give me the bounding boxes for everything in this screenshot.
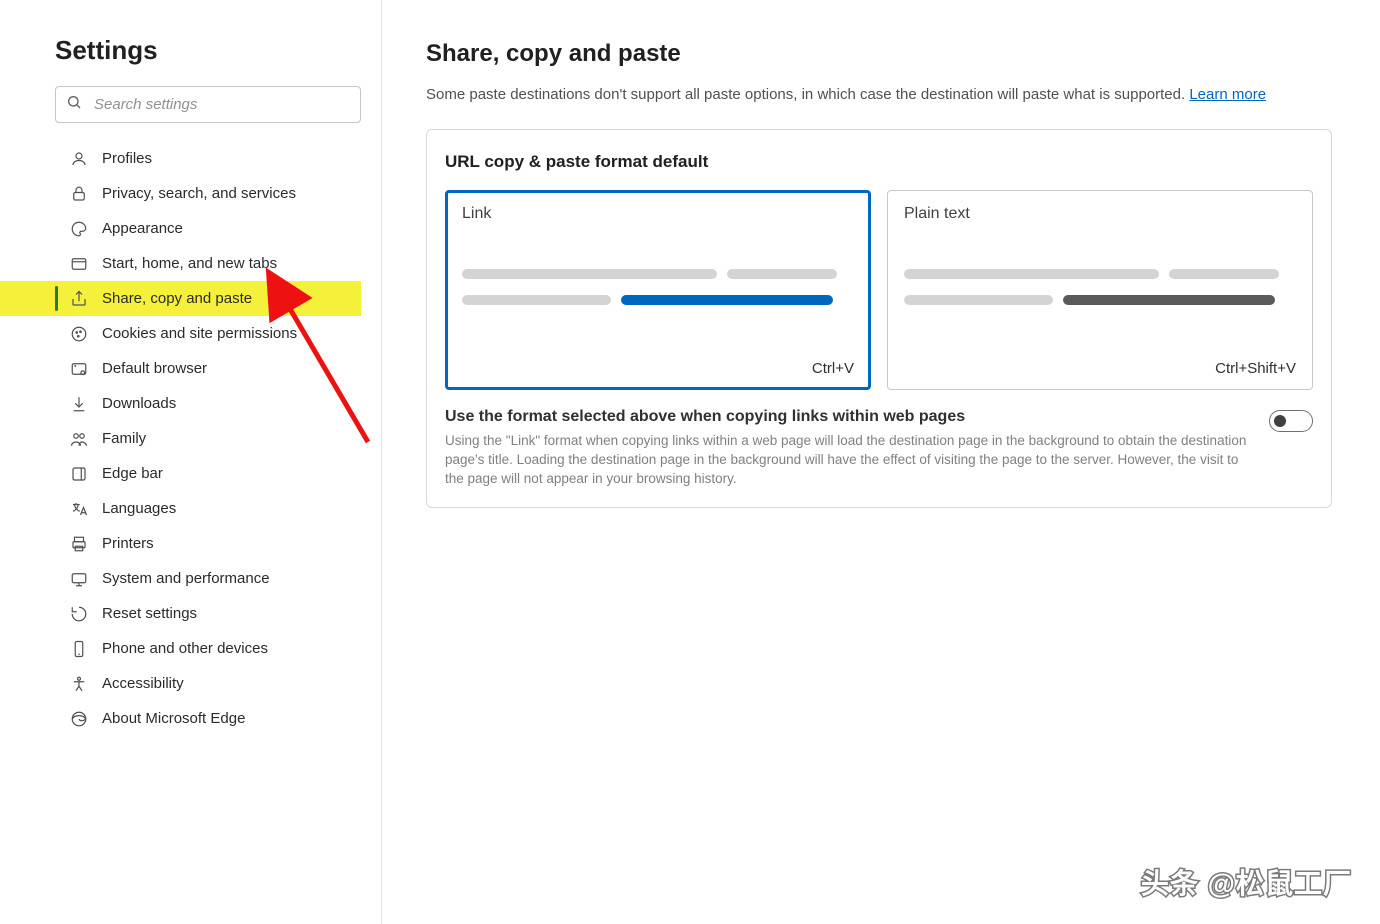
sidebar-item-label: Accessibility bbox=[102, 675, 184, 692]
accessibility-icon bbox=[70, 675, 88, 693]
window-icon bbox=[70, 255, 88, 273]
sidebar-item-label: Privacy, search, and services bbox=[102, 185, 296, 202]
language-icon bbox=[70, 500, 88, 518]
option-preview bbox=[904, 269, 1296, 321]
sidebar-item-label: Phone and other devices bbox=[102, 640, 268, 657]
option-shortcut: Ctrl+Shift+V bbox=[904, 336, 1296, 377]
printer-icon bbox=[70, 535, 88, 553]
sidebar-item-label: Reset settings bbox=[102, 605, 197, 622]
sidebar-item-reset-settings[interactable]: Reset settings bbox=[0, 596, 361, 631]
sidebar-item-cookies-and-site-permissions[interactable]: Cookies and site permissions bbox=[0, 316, 361, 351]
option-label: Link bbox=[462, 205, 854, 223]
share-icon bbox=[70, 290, 88, 308]
format-option-plain-text[interactable]: Plain text Ctrl+Shift+V bbox=[887, 190, 1313, 390]
settings-title: Settings bbox=[55, 35, 361, 66]
format-option-link[interactable]: Link Ctrl+V bbox=[445, 190, 871, 390]
sidebar-item-label: Downloads bbox=[102, 395, 176, 412]
sidebar-item-label: System and performance bbox=[102, 570, 270, 587]
sidebar-item-languages[interactable]: Languages bbox=[0, 491, 361, 526]
watermark: 头条 @松鼠工厂 bbox=[1141, 862, 1352, 902]
sidebar-item-printers[interactable]: Printers bbox=[0, 526, 361, 561]
option-label: Plain text bbox=[904, 205, 1296, 223]
sidebar: Settings Profiles Privacy, search, and se… bbox=[0, 0, 382, 924]
learn-more-link[interactable]: Learn more bbox=[1189, 86, 1266, 103]
nav-list: Profiles Privacy, search, and services App… bbox=[0, 141, 361, 736]
cookie-icon bbox=[70, 325, 88, 343]
sidebar-item-label: Edge bar bbox=[102, 465, 163, 482]
search-icon bbox=[66, 94, 82, 115]
card-title: URL copy & paste format default bbox=[445, 152, 1313, 172]
page-description: Some paste destinations don't support al… bbox=[426, 86, 1332, 103]
browser-icon bbox=[70, 360, 88, 378]
option-preview bbox=[462, 269, 854, 321]
sidebar-item-phone-and-other-devices[interactable]: Phone and other devices bbox=[0, 631, 361, 666]
sidebar-item-accessibility[interactable]: Accessibility bbox=[0, 666, 361, 701]
sidebar-item-label: Cookies and site permissions bbox=[102, 325, 297, 342]
toggle-desc: Using the "Link" format when copying lin… bbox=[445, 432, 1249, 489]
toggle-switch[interactable] bbox=[1269, 410, 1313, 432]
profile-icon bbox=[70, 150, 88, 168]
sidebar-item-label: Start, home, and new tabs bbox=[102, 255, 277, 272]
phone-icon bbox=[70, 640, 88, 658]
sidebar-item-profiles[interactable]: Profiles bbox=[0, 141, 361, 176]
reset-icon bbox=[70, 605, 88, 623]
paint-icon bbox=[70, 220, 88, 238]
sidebar-item-start-home-and-new-tabs[interactable]: Start, home, and new tabs bbox=[0, 246, 361, 281]
sidebar-item-about-microsoft-edge[interactable]: About Microsoft Edge bbox=[0, 701, 361, 736]
sidebar-item-edge-bar[interactable]: Edge bar bbox=[0, 456, 361, 491]
toggle-row: Use the format selected above when copyi… bbox=[445, 408, 1313, 489]
page-title: Share, copy and paste bbox=[426, 40, 1332, 68]
main: Share, copy and paste Some paste destina… bbox=[382, 0, 1380, 924]
sidebar-item-share-copy-and-paste[interactable]: Share, copy and paste bbox=[0, 281, 361, 316]
sidebar-item-label: Share, copy and paste bbox=[102, 290, 252, 307]
search-field[interactable] bbox=[55, 86, 361, 123]
toggle-title: Use the format selected above when copyi… bbox=[445, 408, 1249, 426]
download-icon bbox=[70, 395, 88, 413]
search-input[interactable] bbox=[94, 96, 350, 113]
edgebar-icon bbox=[70, 465, 88, 483]
sidebar-item-label: Printers bbox=[102, 535, 154, 552]
lock-icon bbox=[70, 185, 88, 203]
family-icon bbox=[70, 430, 88, 448]
sidebar-item-label: Languages bbox=[102, 500, 176, 517]
page-desc-text: Some paste destinations don't support al… bbox=[426, 86, 1189, 103]
sidebar-item-label: Family bbox=[102, 430, 146, 447]
sidebar-item-label: Appearance bbox=[102, 220, 183, 237]
system-icon bbox=[70, 570, 88, 588]
edge-icon bbox=[70, 710, 88, 728]
sidebar-item-privacy-search-and-services[interactable]: Privacy, search, and services bbox=[0, 176, 361, 211]
sidebar-item-label: About Microsoft Edge bbox=[102, 710, 245, 727]
sidebar-item-appearance[interactable]: Appearance bbox=[0, 211, 361, 246]
format-options: Link Ctrl+V Plain text Ctrl+Shift+V bbox=[445, 190, 1313, 390]
sidebar-item-label: Profiles bbox=[102, 150, 152, 167]
sidebar-item-label: Default browser bbox=[102, 360, 207, 377]
sidebar-item-family[interactable]: Family bbox=[0, 421, 361, 456]
sidebar-item-default-browser[interactable]: Default browser bbox=[0, 351, 361, 386]
sidebar-item-system-and-performance[interactable]: System and performance bbox=[0, 561, 361, 596]
option-shortcut: Ctrl+V bbox=[462, 336, 854, 377]
sidebar-item-downloads[interactable]: Downloads bbox=[0, 386, 361, 421]
format-card: URL copy & paste format default Link Ctrl… bbox=[426, 129, 1332, 508]
